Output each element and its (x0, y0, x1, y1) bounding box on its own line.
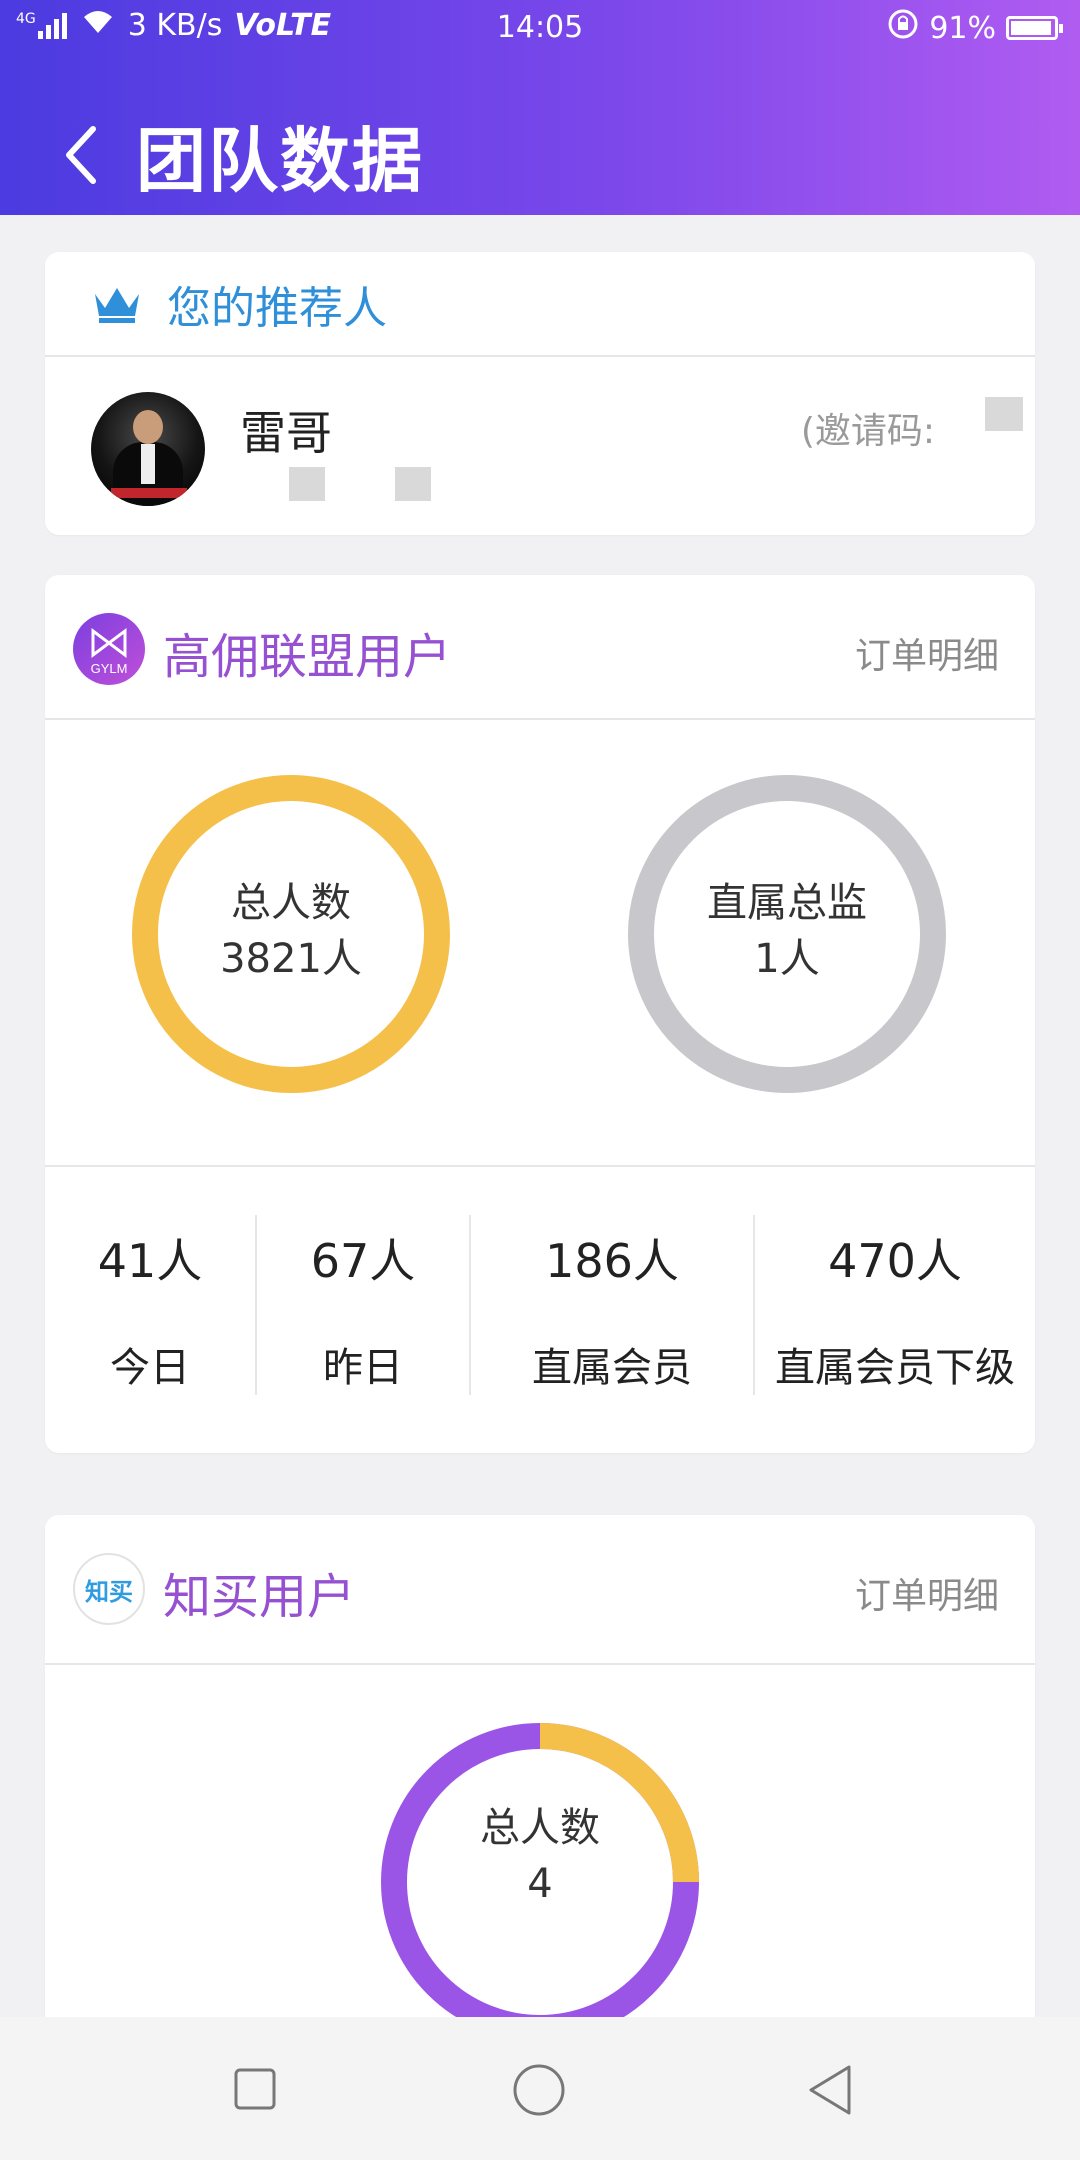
recommender-header: 您的推荐人 (45, 252, 1035, 355)
redacted-block (985, 397, 1023, 431)
stat-value: 186人 (545, 1234, 679, 1288)
gylm-header: GYLM 高佣联盟用户 订单明细 (45, 575, 1035, 718)
battery-percent: 91% (929, 10, 996, 46)
back-icon[interactable] (805, 2063, 855, 2121)
recommender-card: 您的推荐人 雷哥 (邀请码: (45, 252, 1035, 535)
director-value: 1人 (754, 936, 820, 982)
zhimai-total-label: 总人数 (480, 1805, 600, 1851)
system-navigation-bar (0, 2017, 1080, 2160)
redacted-block (395, 467, 431, 501)
nav-bar: 团队数据 (0, 100, 1080, 210)
chevron-left-icon (66, 126, 96, 184)
invite-code-label: (邀请码: (800, 411, 935, 452)
zhimai-header: 知买 知买用户 订单明细 (45, 1515, 1035, 1658)
stat-label: 直属会员 (532, 1345, 692, 1391)
back-button[interactable] (26, 100, 136, 210)
zhimai-logo-icon: 知买 (73, 1553, 145, 1625)
zhimai-order-detail-link[interactable]: 订单明细 (855, 1567, 999, 1619)
director-label: 直属总监 (707, 880, 867, 926)
stat-label: 今日 (110, 1345, 190, 1391)
divider (45, 355, 1035, 357)
rotation-lock-icon (887, 8, 919, 48)
total-value: 3821人 (220, 936, 362, 982)
gylm-stats-row: 41人 今日 67人 昨日 186人 直属会员 470人 直属会员下级 (45, 1165, 1035, 1453)
recommender-name: 雷哥 (240, 406, 332, 460)
total-label: 总人数 (231, 880, 351, 926)
zhimai-total-value: 4 (527, 1861, 553, 1907)
total-ring-label: 总人数 3821人 (191, 875, 391, 987)
home-icon[interactable] (512, 2063, 566, 2121)
status-bar: 4G 3 KB/s VoLTE 14:05 91% (0, 0, 1080, 58)
recommender-avatar[interactable] (91, 392, 205, 506)
gylm-logo-icon: GYLM (73, 613, 145, 685)
crown-icon (91, 284, 143, 324)
stat-label: 直属会员下级 (775, 1345, 1015, 1391)
stat-value: 67人 (310, 1234, 416, 1288)
recommender-section-title: 您的推荐人 (167, 282, 387, 334)
redacted-block (289, 467, 325, 501)
zhimai-title: 知买用户 (163, 1569, 356, 1625)
recent-apps-icon[interactable] (233, 2067, 277, 2115)
director-ring-label: 直属总监 1人 (687, 875, 887, 987)
zhimai-card: 知买 知买用户 订单明细 总人数 4 (45, 1515, 1035, 2035)
gylm-card: GYLM 高佣联盟用户 订单明细 总人数 3821人 直属总监 1人 41人 今… (45, 575, 1035, 1453)
stat-label: 昨日 (323, 1345, 403, 1391)
zhimai-ring-label: 总人数 4 (440, 1800, 640, 1912)
page-title: 团队数据 (136, 119, 424, 202)
stat-value: 41人 (97, 1234, 203, 1288)
stat-value: 470人 (828, 1234, 962, 1288)
gylm-logo-text: GYLM (91, 661, 128, 676)
gylm-title: 高佣联盟用户 (163, 629, 452, 685)
battery-icon (1006, 16, 1063, 40)
gylm-order-detail-link[interactable]: 订单明细 (855, 627, 999, 679)
app-header: 4G 3 KB/s VoLTE 14:05 91% 团队数据 (0, 0, 1080, 215)
